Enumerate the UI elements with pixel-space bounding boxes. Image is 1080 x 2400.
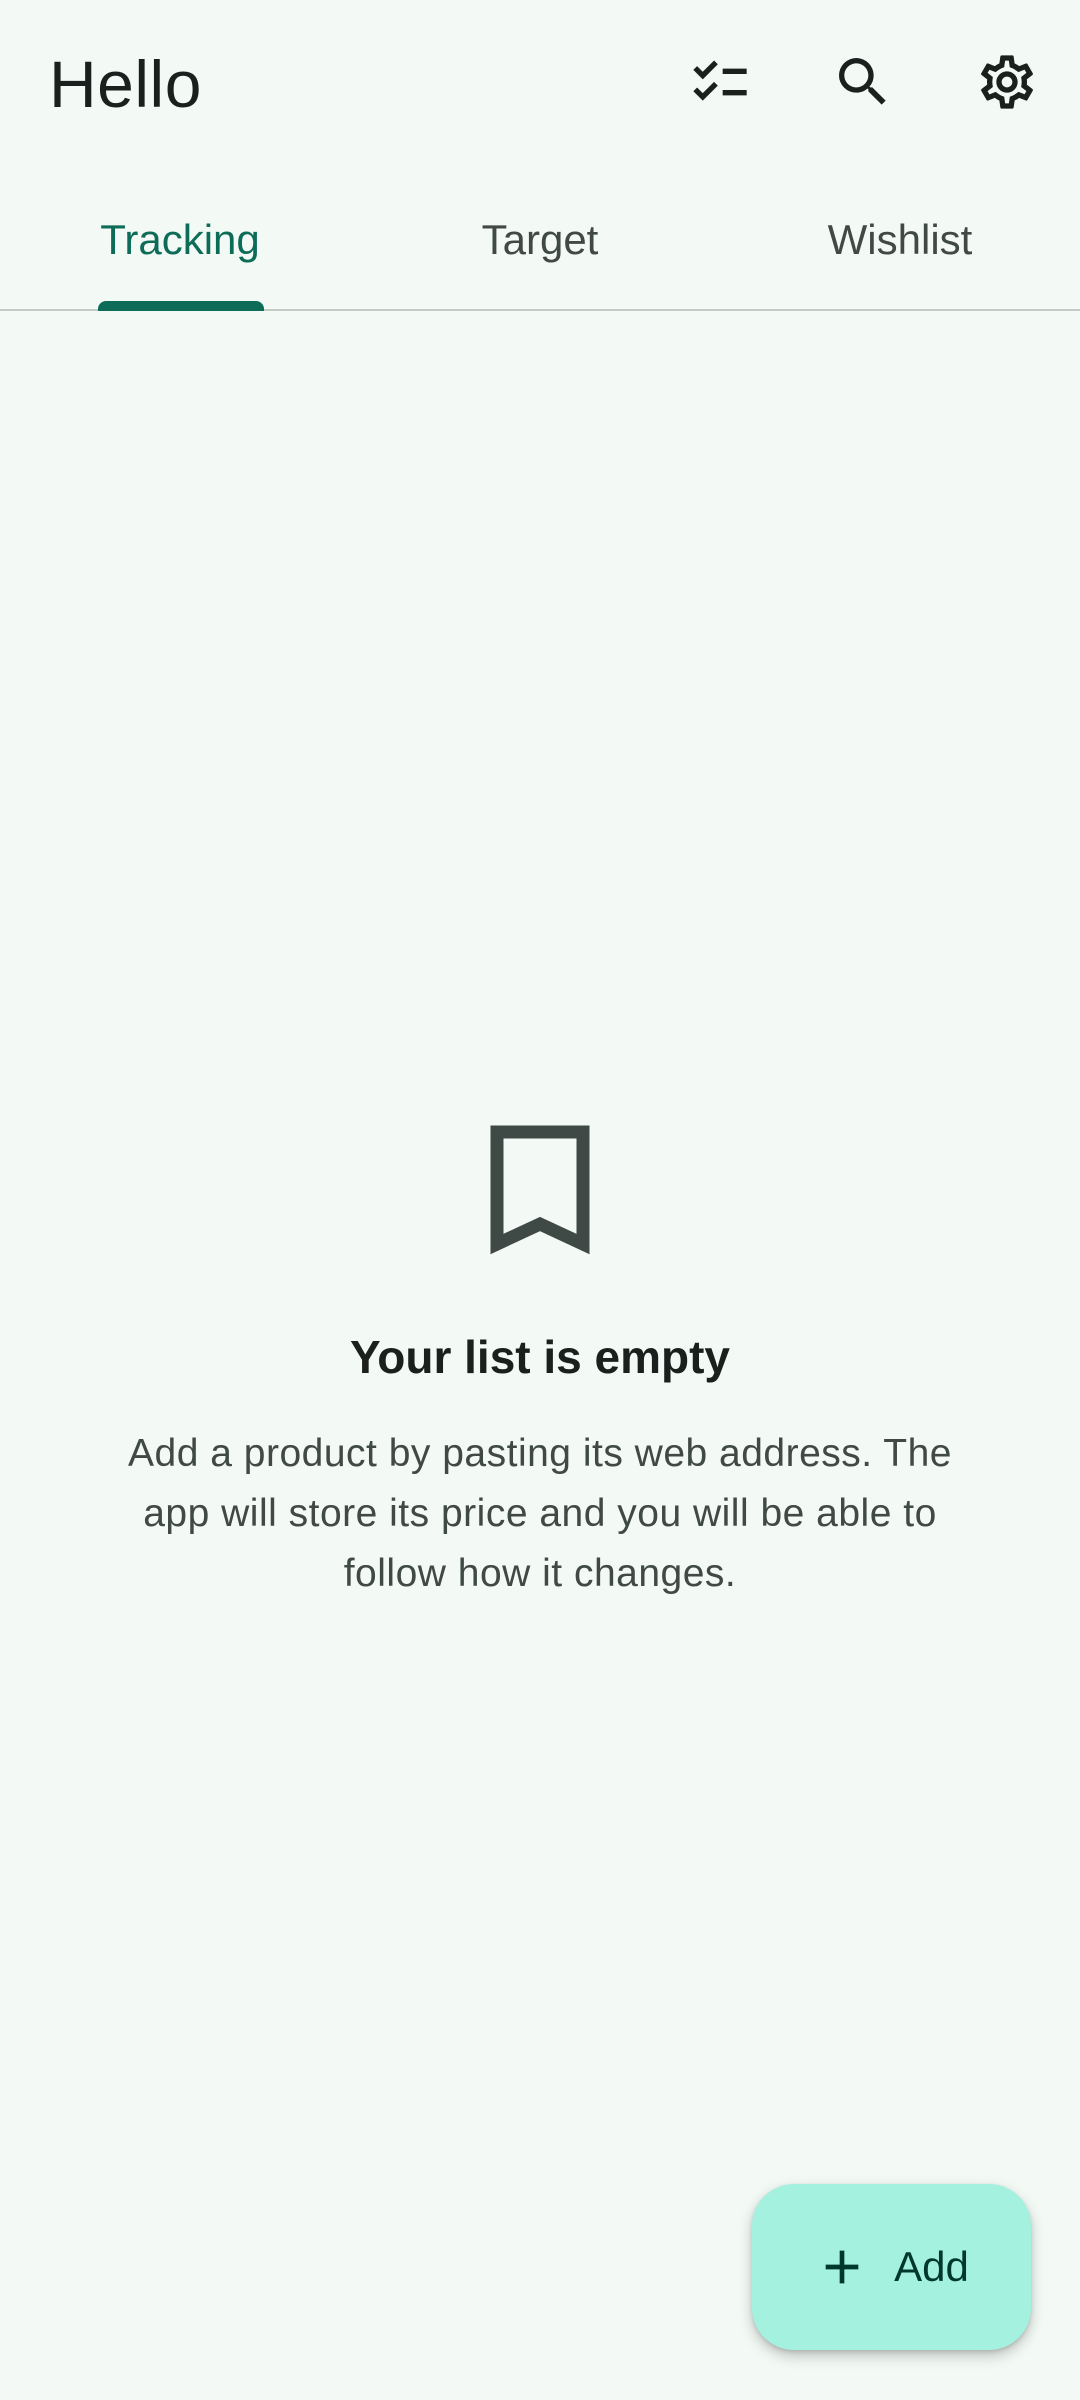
tab-tracking-label: Tracking: [100, 215, 260, 263]
tab-target-label: Target: [481, 215, 599, 263]
empty-state-title: Your list is empty: [349, 1331, 731, 1383]
empty-state-description: Add a product by pasting its web address…: [128, 1432, 952, 1595]
add-button[interactable]: Add: [752, 2184, 1031, 2350]
add-button-label: Add: [894, 2243, 969, 2290]
tab-target[interactable]: Target: [360, 170, 720, 309]
app-screen: Hello Tracking Target Wishlist Your list…: [0, 0, 1080, 2400]
top-app-bar: Hello: [0, 0, 1080, 170]
tab-bar: Tracking Target Wishlist: [0, 170, 1080, 311]
tab-indicator: [98, 301, 264, 311]
tab-wishlist[interactable]: Wishlist: [720, 170, 1080, 309]
page-title: Hello: [49, 47, 202, 121]
checklist-button[interactable]: [676, 40, 764, 128]
search-button[interactable]: [819, 40, 907, 128]
bookmark-icon: [490, 1125, 590, 1255]
tab-tracking[interactable]: Tracking: [0, 170, 360, 311]
tab-wishlist-label: Wishlist: [827, 215, 973, 263]
search-icon: [831, 50, 895, 119]
plus-icon: [814, 2239, 870, 2295]
checklist-icon: [688, 50, 752, 119]
gear-icon: [975, 50, 1039, 119]
settings-button[interactable]: [963, 40, 1051, 128]
empty-state: Your list is empty Add a product by past…: [0, 1120, 1080, 1604]
